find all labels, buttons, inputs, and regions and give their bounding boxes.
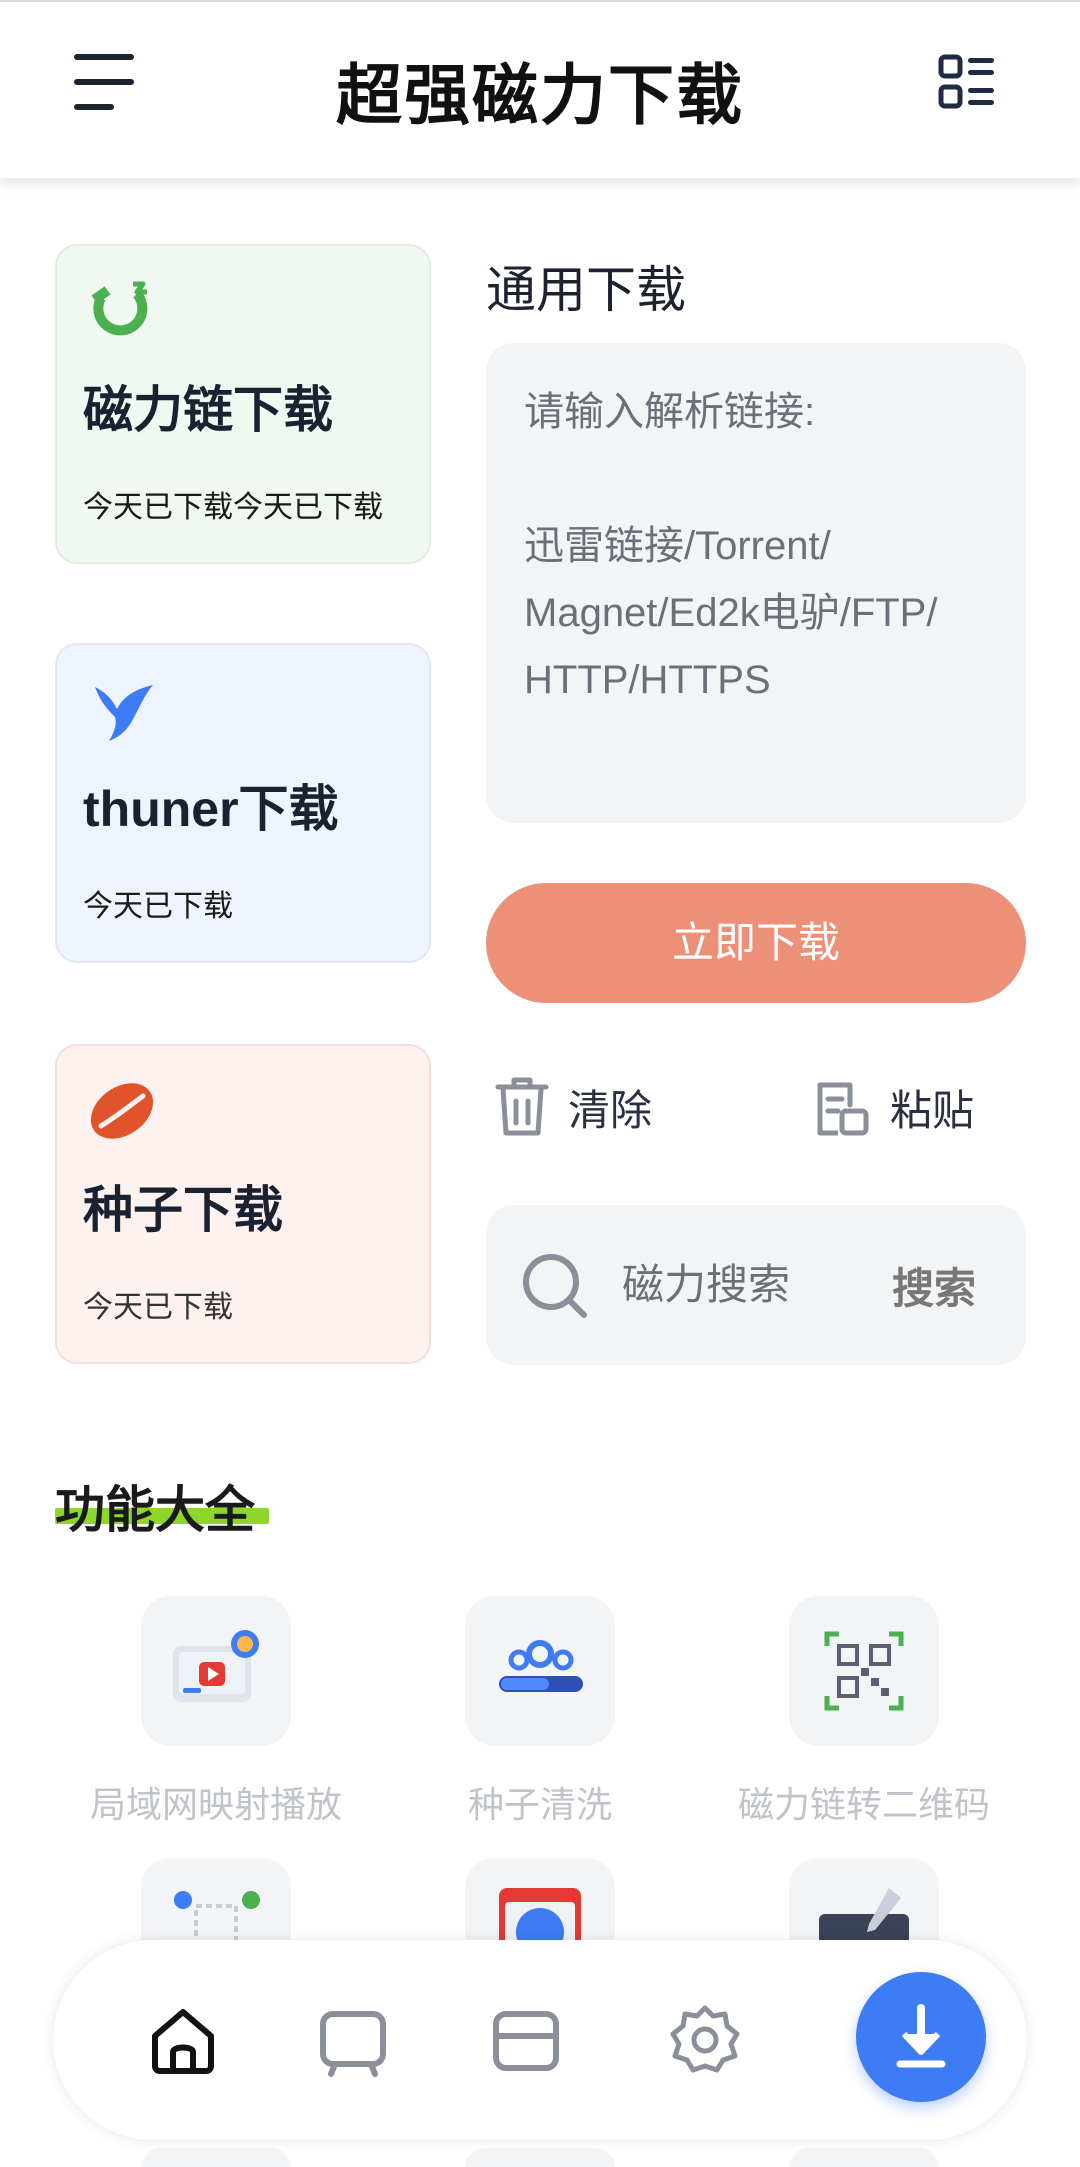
feature-row3-item1 [141, 2148, 291, 2167]
paste-button[interactable]: 粘贴 [812, 1072, 974, 1142]
clear-label: 清除 [568, 1086, 653, 1134]
feature-row3-item3 [789, 2148, 939, 2167]
magnet-download-card[interactable]: 磁力链下载 今天已下载今天已下载 [55, 244, 431, 564]
feature-magnet-qr[interactable] [789, 1596, 939, 1746]
settings-icon[interactable] [667, 2002, 743, 2078]
download-icon [896, 2004, 946, 2068]
magnet-card-subtitle: 今天已下载今天已下载 [83, 491, 383, 524]
qr-code-icon [824, 1631, 904, 1711]
top-bar: 超强磁力下载 [0, 0, 1080, 178]
feature-seed-clean-label: 种子清洗 [467, 1784, 612, 1825]
thunder-card-subtitle: 今天已下载 [83, 890, 233, 923]
search-button[interactable]: 搜索 [892, 1255, 976, 1316]
home-icon[interactable] [145, 2002, 221, 2078]
feature-seed-clean[interactable] [465, 1596, 615, 1746]
trash-icon [495, 1077, 549, 1136]
feature-lan-cast-label: 局域网映射播放 [89, 1784, 342, 1825]
general-download-title: 通用下载 [486, 262, 686, 318]
feature-row3-item2 [465, 2148, 615, 2167]
search-input[interactable] [622, 1255, 852, 1315]
seed-icon [90, 1083, 154, 1139]
thunder-card-title: thuner下载 [83, 781, 339, 837]
magnet-card-title: 磁力链下载 [83, 382, 333, 438]
tv-icon[interactable] [315, 2002, 391, 2078]
paste-icon [817, 1082, 869, 1136]
gears-icon [499, 1640, 583, 1692]
features-title: 功能大全 [55, 1482, 255, 1538]
magnet-icon [91, 281, 148, 336]
download-fab[interactable] [856, 1972, 986, 2102]
list-grid-icon[interactable] [938, 54, 996, 110]
thunder-download-card[interactable]: thuner下载 今天已下载 [55, 643, 431, 963]
app-screen: 超强磁力下载 磁力链下载 今天已下载今天已下载 thuner下载 今天已下载 种… [0, 0, 1080, 2167]
paste-label: 粘贴 [890, 1086, 975, 1134]
page-title: 超强磁力下载 [336, 58, 744, 132]
feature-magnet-qr-label: 磁力链转二维码 [737, 1784, 990, 1825]
download-now-button[interactable]: 立即下载 [486, 883, 1026, 1003]
seed-card-title: 种子下载 [83, 1182, 283, 1238]
clear-button[interactable]: 清除 [494, 1072, 652, 1142]
magnet-search-bar: 搜索 [486, 1205, 1026, 1365]
bird-icon [95, 685, 153, 741]
seed-card-subtitle: 今天已下载 [83, 1291, 233, 1324]
bottom-navigation [53, 1940, 1027, 2140]
seed-download-card[interactable]: 种子下载 今天已下载 [55, 1044, 431, 1364]
link-input[interactable]: 请输入解析链接: 迅雷链接/Torrent/ Magnet/Ed2k电驴/FTP… [486, 343, 1026, 823]
search-icon [523, 1254, 587, 1318]
feature-lan-cast[interactable] [141, 1596, 291, 1746]
card-icon[interactable] [488, 2002, 564, 2078]
cast-screen-icon [173, 1630, 259, 1702]
